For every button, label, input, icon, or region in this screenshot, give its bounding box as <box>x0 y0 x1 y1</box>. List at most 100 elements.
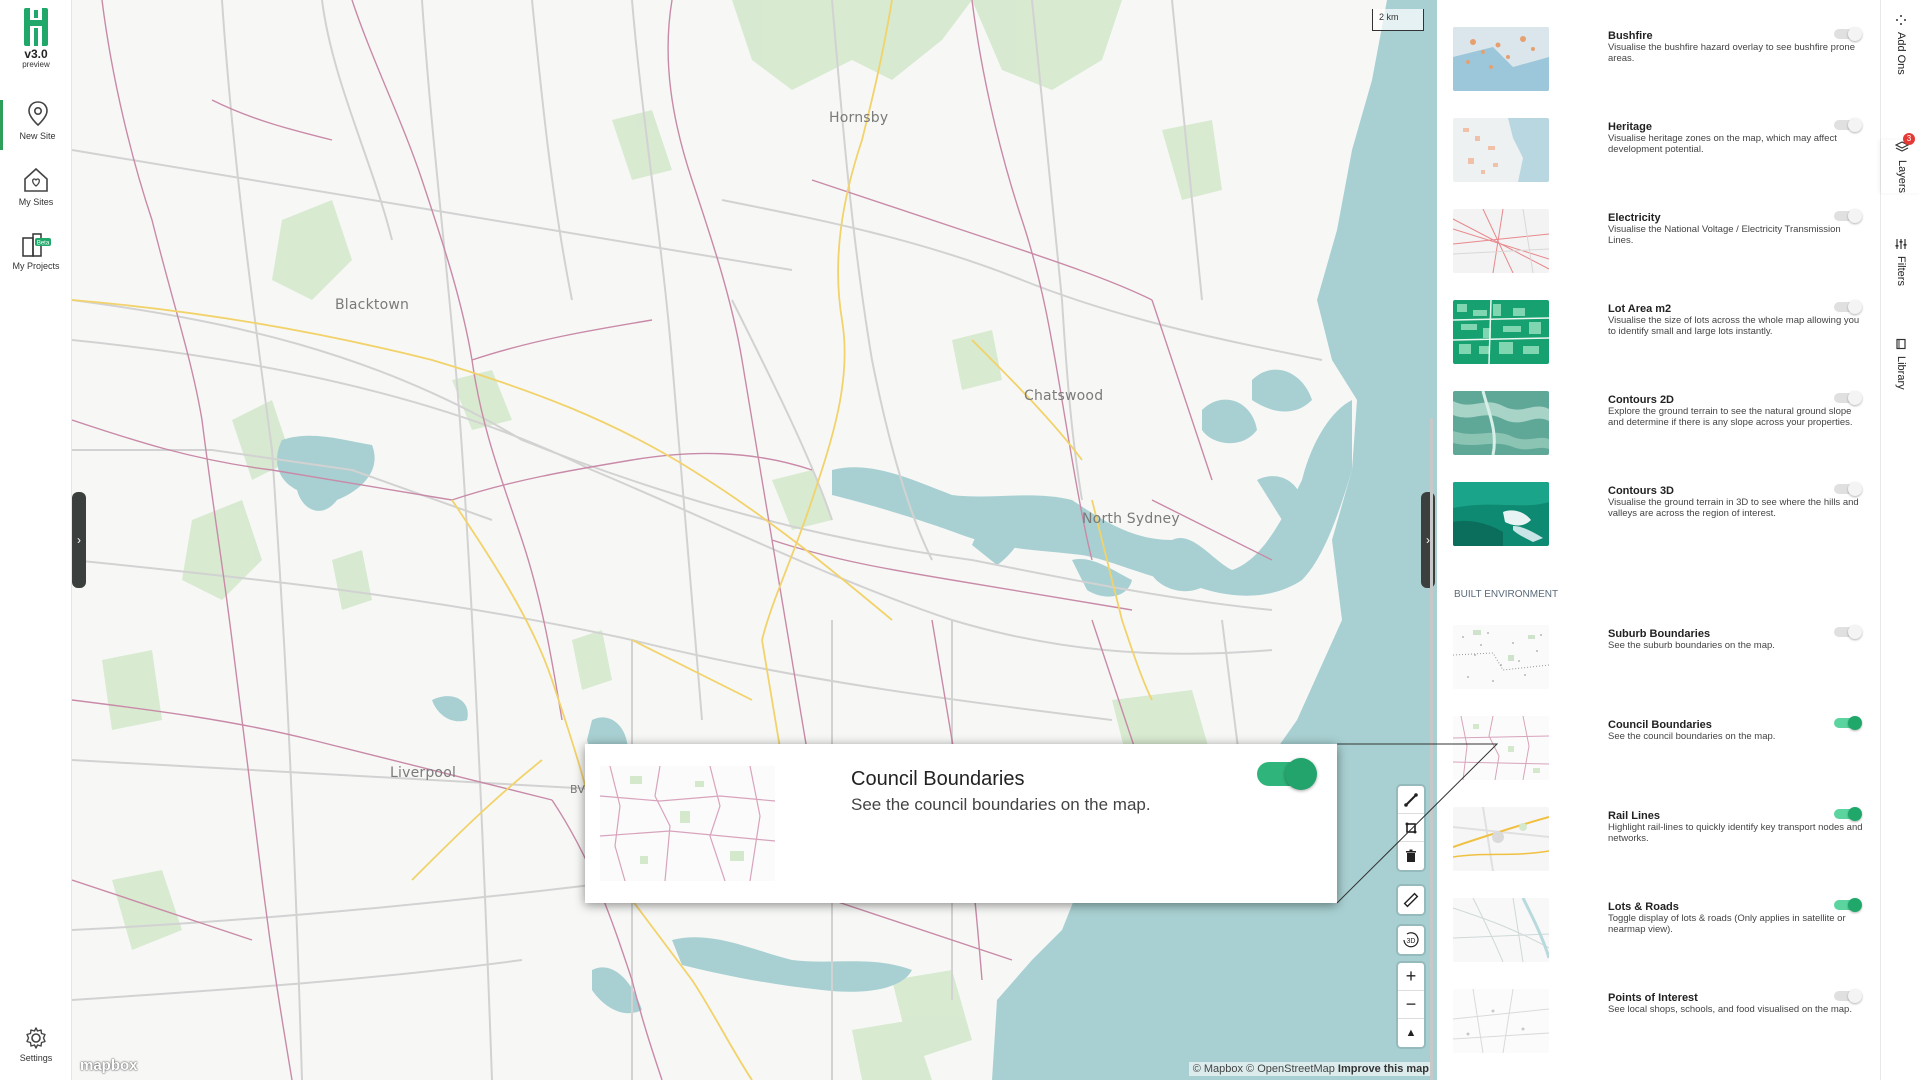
nav-beta-badge: Beta <box>37 241 50 247</box>
zoom-toolbar: + − ▲ <box>1398 963 1424 1047</box>
electricity-thumbnail <box>1453 209 1549 273</box>
map-canvas[interactable]: Hornsby Blacktown Chatswood North Sydney… <box>72 0 1437 1080</box>
toggle-3d-button[interactable]: 3D <box>1398 926 1424 954</box>
left-panel-expand-button[interactable]: › <box>72 492 86 588</box>
map-attribution: © Mapbox © OpenStreetMap Improve this ma… <box>1188 1062 1433 1076</box>
three-d-label: 3D <box>1407 938 1416 945</box>
logo-mark-icon <box>22 6 50 48</box>
mapbox-logo[interactable]: mapbox <box>80 1057 138 1074</box>
location-pin-icon <box>27 101 48 127</box>
zoom-out-button[interactable]: − <box>1398 991 1424 1019</box>
lots-roads-thumbnail <box>1453 898 1549 962</box>
logo-subtitle: preview <box>22 60 50 69</box>
rail-lines-toggle[interactable] <box>1834 807 1862 821</box>
delete-drawing-button[interactable] <box>1398 842 1424 870</box>
layer-name: Lots & Roads <box>1608 901 1679 913</box>
layer-name: Bushfire <box>1608 30 1653 42</box>
line-icon <box>1404 792 1418 807</box>
panel-scrollbar[interactable] <box>1430 418 1433 1080</box>
contours-2d-toggle[interactable] <box>1834 391 1862 405</box>
layer-name: Electricity <box>1608 212 1661 224</box>
nav-settings-label: Settings <box>19 1053 53 1063</box>
tab-filters[interactable]: Filters <box>1881 238 1920 286</box>
council-boundaries-toggle[interactable] <box>1834 716 1862 730</box>
map-scale-bar: 2 km <box>1372 9 1424 31</box>
points-of-interest-toggle[interactable] <box>1834 989 1862 1003</box>
tab-add-ons[interactable]: Add Ons <box>1881 14 1920 75</box>
map-label-chatswood: Chatswood <box>1024 388 1104 404</box>
lots-roads-toggle[interactable] <box>1834 898 1862 912</box>
callout-title: Council Boundaries <box>851 768 1025 790</box>
compass-button[interactable]: ▲ <box>1398 1019 1424 1047</box>
nav-settings[interactable]: Settings <box>0 1026 72 1072</box>
bushfire-toggle[interactable] <box>1834 27 1862 41</box>
layer-description: Visualise the bushfire hazard overlay to… <box>1608 42 1855 64</box>
zoom-in-button[interactable]: + <box>1398 963 1424 991</box>
layer-name: Lot Area m2 <box>1608 303 1672 315</box>
lot-area-toggle[interactable] <box>1834 300 1862 314</box>
nav-new-site-label: New Site <box>19 131 56 141</box>
section-built-environment: BUILT ENVIRONMENT <box>1454 589 1559 600</box>
layers-icon-wrap: 3 <box>1894 133 1915 154</box>
map-label-hornsby: Hornsby <box>829 110 889 126</box>
buildings-icon: Beta <box>22 233 51 257</box>
nav-my-projects[interactable]: Beta My Projects <box>0 232 72 278</box>
book-icon <box>1896 338 1906 350</box>
layer-description: Visualise the ground terrain in 3D to se… <box>1608 497 1859 519</box>
tab-library[interactable]: Library <box>1881 338 1920 390</box>
callout-thumbnail <box>600 766 775 881</box>
layer-description: Visualise heritage zones on the map, whi… <box>1608 133 1837 155</box>
app-logo[interactable]: v3.0 preview <box>0 6 72 69</box>
draw-polygon-button[interactable] <box>1398 814 1424 842</box>
heritage-thumbnail <box>1453 118 1549 182</box>
view-3d-toolbar: 3D <box>1398 926 1424 954</box>
suburb-boundaries-toggle[interactable] <box>1834 625 1862 639</box>
layer-item-electricity: Electricity Visualise the National Volta… <box>1453 209 1862 289</box>
logo-version: v3.0 <box>24 47 48 61</box>
layer-name: Rail Lines <box>1608 810 1660 822</box>
heritage-toggle[interactable] <box>1834 118 1862 132</box>
layer-item-lots-roads: Lots & Roads Toggle display of lots & ro… <box>1453 898 1862 978</box>
draw-toolbar <box>1398 786 1424 870</box>
trash-icon <box>1406 849 1416 862</box>
callout-toggle-switch[interactable] <box>1257 758 1317 790</box>
map-label-blacktown: Blacktown <box>335 297 410 313</box>
grid-dots-icon <box>1896 15 1906 25</box>
layer-name: Contours 3D <box>1608 485 1674 497</box>
layer-item-contours-2d: Contours 2D Explore the ground terrain t… <box>1453 391 1862 471</box>
layer-description: Highlight rail-lines to quickly identify… <box>1608 822 1863 844</box>
contours-3d-toggle[interactable] <box>1834 482 1862 496</box>
layer-item-heritage: Heritage Visualise heritage zones on the… <box>1453 118 1862 198</box>
layer-item-contours-3d: Contours 3D Visualise the ground terrain… <box>1453 482 1862 562</box>
nav-my-sites-label: My Sites <box>18 197 54 207</box>
nav-my-projects-label: My Projects <box>12 261 60 271</box>
measure-button[interactable] <box>1398 886 1424 914</box>
improve-map-link[interactable]: Improve this map <box>1338 1063 1429 1075</box>
rotate-3d-icon: 3D <box>1403 932 1419 948</box>
ruler-icon <box>1403 892 1419 908</box>
layer-description: Toggle display of lots & roads (Only app… <box>1608 913 1846 935</box>
tab-layers[interactable]: 3 Layers <box>1881 133 1920 194</box>
tab-filters-label: Filters <box>1895 256 1907 286</box>
nav-my-sites[interactable]: My Sites <box>0 166 72 212</box>
layer-item-suburb-boundaries: Suburb Boundaries See the suburb boundar… <box>1453 625 1862 705</box>
layer-description: See the council boundaries on the map. <box>1608 731 1776 742</box>
map-basemap <box>72 0 1437 1080</box>
layer-highlight-callout: Council Boundaries See the council bound… <box>585 744 1337 903</box>
callout-description: See the council boundaries on the map. <box>851 795 1151 814</box>
draw-line-button[interactable] <box>1398 786 1424 814</box>
nav-new-site[interactable]: New Site <box>0 100 72 150</box>
electricity-toggle[interactable] <box>1834 209 1862 223</box>
layers-panel: Bushfire Visualise the bushfire hazard o… <box>1437 0 1880 1080</box>
chevron-right-icon: › <box>77 533 81 547</box>
contours-2d-thumbnail <box>1453 391 1549 455</box>
attribution-text: © Mapbox © OpenStreetMap <box>1192 1063 1335 1075</box>
layers-count-badge: 3 <box>1903 133 1915 145</box>
layer-item-bushfire: Bushfire Visualise the bushfire hazard o… <box>1453 27 1862 107</box>
layer-item-lot-area: Lot Area m2 Visualise the size of lots a… <box>1453 300 1862 380</box>
tab-library-label: Library <box>1895 356 1907 390</box>
left-navigation: v3.0 preview New Site My Sites Beta My P… <box>0 0 72 1080</box>
suburb-boundaries-thumbnail <box>1453 625 1549 689</box>
tab-add-ons-label: Add Ons <box>1895 32 1907 75</box>
points-of-interest-thumbnail <box>1453 989 1549 1053</box>
